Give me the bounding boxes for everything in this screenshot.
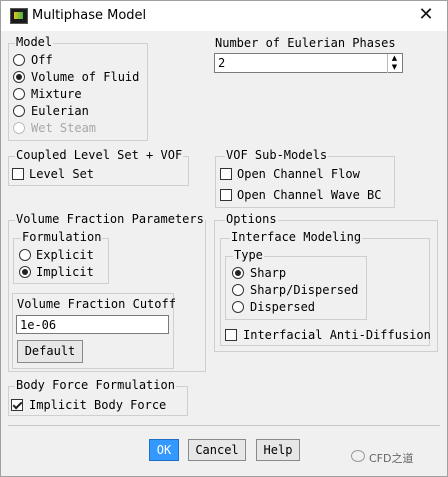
ok-button[interactable]: OK — [149, 439, 179, 461]
eulerian-phases-field[interactable]: 2 — [214, 53, 403, 73]
model-wet-steam-label: Wet Steam — [31, 121, 97, 135]
explicit-label[interactable]: Explicit — [36, 248, 94, 262]
model-mixture-label[interactable]: Mixture — [31, 87, 82, 101]
spin-up-icon[interactable]: ▲ — [388, 54, 401, 63]
volume-fraction-cutoff-field[interactable]: 1e-06 — [16, 315, 169, 334]
sharp-dispersed-radio[interactable] — [232, 284, 244, 296]
interface-modeling-label: Interface Modeling — [230, 230, 363, 244]
model-off-label[interactable]: Off — [31, 53, 53, 67]
level-set-label[interactable]: Level Set — [29, 167, 94, 181]
spin-down-icon[interactable]: ▼ — [388, 63, 401, 72]
eulerian-phases-spinner[interactable]: ▲ ▼ — [387, 54, 401, 73]
cancel-button[interactable]: Cancel — [188, 439, 246, 461]
window-title: Multiphase Model — [32, 8, 147, 23]
explicit-radio[interactable] — [19, 249, 31, 261]
open-channel-wave-label[interactable]: Open Channel Wave BC — [237, 188, 382, 202]
coupled-level-set-label: Coupled Level Set + VOF — [15, 148, 184, 162]
default-button[interactable]: Default — [17, 340, 83, 363]
anti-diffusion-checkbox[interactable] — [225, 329, 237, 341]
implicit-label[interactable]: Implicit — [36, 265, 94, 279]
type-label: Type — [233, 248, 264, 262]
eulerian-phases-label: Number of Eulerian Phases — [215, 36, 396, 50]
open-channel-flow-checkbox[interactable] — [220, 168, 232, 180]
level-set-checkbox[interactable] — [12, 168, 24, 180]
open-channel-wave-checkbox[interactable] — [220, 189, 232, 201]
options-label: Options — [225, 212, 278, 226]
model-vof-label[interactable]: Volume of Fluid — [31, 70, 139, 84]
body-force-label: Body Force Formulation — [15, 378, 176, 392]
sharp-dispersed-label[interactable]: Sharp/Dispersed — [250, 283, 358, 297]
eulerian-phases-value: 2 — [218, 56, 226, 70]
dispersed-label[interactable]: Dispersed — [250, 300, 315, 314]
footer-separator — [8, 425, 440, 426]
implicit-body-force-checkbox[interactable] — [11, 399, 23, 411]
dispersed-radio[interactable] — [232, 301, 244, 313]
volume-fraction-parameters-label: Volume Fraction Parameters — [15, 212, 205, 226]
sharp-radio[interactable] — [232, 267, 244, 279]
watermark-text: CFD之道 — [369, 452, 414, 465]
model-group-label: Model — [15, 35, 54, 49]
title-bar: Multiphase Model ✕ — [1, 1, 447, 31]
wechat-icon — [351, 450, 365, 462]
volume-fraction-cutoff-label: Volume Fraction Cutoff — [17, 297, 176, 311]
help-button[interactable]: Help — [256, 439, 300, 461]
anti-diffusion-label[interactable]: Interfacial Anti-Diffusion — [243, 328, 431, 342]
model-off-radio[interactable] — [13, 54, 25, 66]
close-icon[interactable]: ✕ — [409, 3, 443, 27]
model-eulerian-label[interactable]: Eulerian — [31, 104, 89, 118]
model-wet-steam-radio — [13, 122, 25, 134]
model-mixture-radio[interactable] — [13, 88, 25, 100]
app-icon — [10, 8, 28, 24]
multiphase-model-dialog: Multiphase Model ✕ Model Off Volume of F… — [0, 0, 448, 477]
volume-fraction-cutoff-value: 1e-06 — [20, 318, 57, 332]
open-channel-flow-label[interactable]: Open Channel Flow — [237, 167, 360, 181]
model-vof-radio[interactable] — [13, 71, 25, 83]
vof-sub-models-label: VOF Sub-Models — [225, 148, 329, 162]
implicit-body-force-label[interactable]: Implicit Body Force — [29, 398, 166, 412]
sharp-label[interactable]: Sharp — [250, 266, 286, 280]
formulation-label: Formulation — [21, 230, 103, 244]
implicit-radio[interactable] — [19, 266, 31, 278]
model-eulerian-radio[interactable] — [13, 105, 25, 117]
